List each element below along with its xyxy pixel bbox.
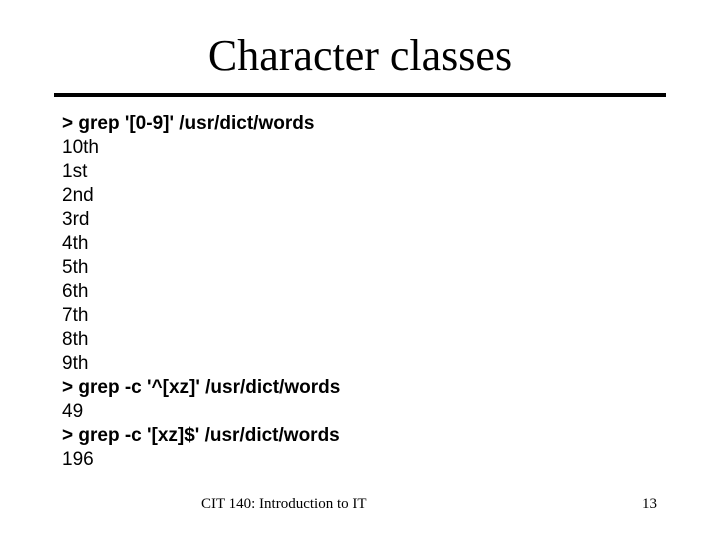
- output-line: 5th: [62, 257, 89, 278]
- output-line: 4th: [62, 233, 89, 254]
- output-line: 9th: [62, 353, 89, 374]
- slide: Character classes > grep '[0-9]' /usr/di…: [0, 0, 720, 540]
- output-line: 10th: [62, 137, 99, 158]
- output-line: 1st: [62, 161, 88, 182]
- title-divider: [54, 93, 666, 97]
- output-line: 7th: [62, 305, 89, 326]
- output-line: 6th: [62, 281, 89, 302]
- terminal-transcript: > grep '[0-9]' /usr/dict/words 10th 1st …: [62, 112, 340, 472]
- command-line: > grep '[0-9]' /usr/dict/words: [62, 113, 315, 134]
- footer-course-title: CIT 140: Introduction to IT: [201, 496, 367, 512]
- command-line: > grep -c '^[xz]' /usr/dict/words: [62, 377, 341, 398]
- output-line: 196: [62, 449, 94, 470]
- output-line: 49: [62, 401, 84, 422]
- output-line: 8th: [62, 329, 89, 350]
- output-line: 2nd: [62, 185, 94, 206]
- output-line: 3rd: [62, 209, 90, 230]
- slide-title: Character classes: [207, 31, 513, 80]
- command-line: > grep -c '[xz]$' /usr/dict/words: [62, 425, 340, 446]
- slide-number: 13: [642, 496, 657, 512]
